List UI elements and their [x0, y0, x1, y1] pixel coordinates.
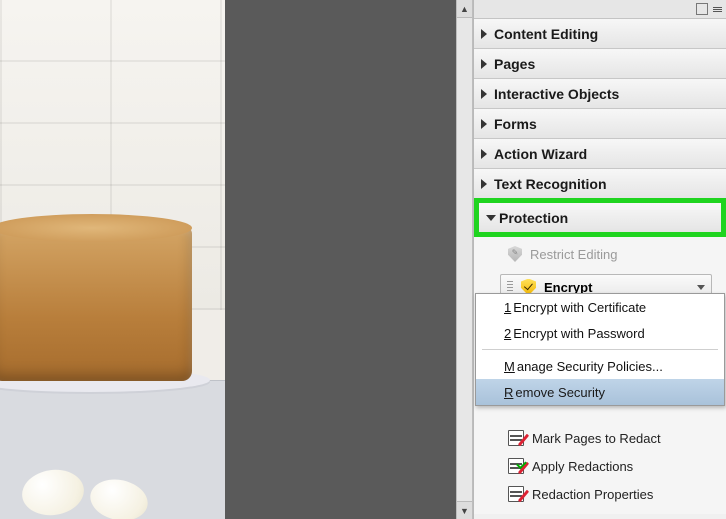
item-label: Restrict Editing	[530, 247, 617, 262]
apply-redactions-item[interactable]: Apply Redactions	[474, 452, 726, 480]
apply-redact-icon	[508, 458, 524, 474]
redaction-props-icon	[508, 486, 524, 502]
scroll-down-arrow-icon[interactable]: ▼	[457, 501, 472, 519]
redaction-properties-item[interactable]: Redaction Properties	[474, 480, 726, 508]
manage-security-policies-item[interactable]: Manage Security Policies...	[476, 353, 724, 379]
panel-menu-icon[interactable]	[713, 7, 722, 12]
section-label: Protection	[499, 210, 568, 226]
document-page	[0, 0, 225, 519]
section-protection[interactable]: Protection	[479, 203, 721, 232]
panel-window-icon[interactable]	[696, 3, 708, 15]
vertical-scrollbar[interactable]: ▲ ▼	[456, 0, 473, 519]
expanded-triangle-icon	[486, 215, 496, 221]
menu-item-label: emove Security	[515, 385, 605, 400]
item-label: Apply Redactions	[532, 459, 633, 474]
section-interactive-objects[interactable]: Interactive Objects	[474, 79, 726, 109]
item-label: Mark Pages to Redact	[532, 431, 661, 446]
tools-panel: Content Editing Pages Interactive Object…	[473, 0, 726, 519]
mark-redact-icon	[508, 430, 524, 446]
photo-cake-top	[0, 214, 192, 242]
section-content-editing[interactable]: Content Editing	[474, 19, 726, 49]
collapsed-triangle-icon	[481, 179, 487, 189]
accelerator: 2	[504, 326, 511, 341]
section-label: Action Wizard	[494, 146, 587, 162]
section-label: Content Editing	[494, 26, 598, 42]
encrypt-menu: 1 Encrypt with Certificate 2 Encrypt wit…	[475, 293, 725, 406]
section-label: Forms	[494, 116, 537, 132]
collapsed-triangle-icon	[481, 29, 487, 39]
menu-separator	[482, 349, 718, 350]
collapsed-triangle-icon	[481, 119, 487, 129]
section-label: Pages	[494, 56, 535, 72]
encrypt-with-password-item[interactable]: 2 Encrypt with Password	[476, 320, 724, 346]
section-pages[interactable]: Pages	[474, 49, 726, 79]
mark-pages-redact-item[interactable]: Mark Pages to Redact	[474, 424, 726, 452]
tutorial-highlight: Protection	[474, 198, 726, 237]
collapsed-triangle-icon	[481, 59, 487, 69]
item-label: Redaction Properties	[532, 487, 653, 502]
shield-edit-icon	[508, 246, 522, 262]
restrict-editing-item: Restrict Editing	[474, 240, 726, 268]
grip-icon	[507, 280, 513, 294]
menu-item-label: Encrypt with Password	[513, 326, 645, 341]
section-label: Text Recognition	[494, 176, 607, 192]
document-view[interactable]	[0, 0, 456, 519]
collapsed-triangle-icon	[481, 89, 487, 99]
accelerator: 1	[504, 300, 511, 315]
photo-cake	[0, 226, 192, 381]
section-label: Interactive Objects	[494, 86, 619, 102]
collapsed-triangle-icon	[481, 149, 487, 159]
menu-item-label: anage Security Policies...	[517, 359, 663, 374]
accelerator: M	[504, 359, 515, 374]
accelerator: R	[504, 385, 513, 400]
section-action-wizard[interactable]: Action Wizard	[474, 139, 726, 169]
panel-header-bar	[474, 0, 726, 19]
encrypt-with-certificate-item[interactable]: 1 Encrypt with Certificate	[476, 294, 724, 320]
remove-security-item[interactable]: Remove Security	[476, 379, 724, 405]
scroll-up-arrow-icon[interactable]: ▲	[457, 0, 472, 18]
menu-item-label: Encrypt with Certificate	[513, 300, 646, 315]
chevron-down-icon	[697, 285, 705, 290]
section-text-recognition[interactable]: Text Recognition	[474, 169, 726, 199]
section-forms[interactable]: Forms	[474, 109, 726, 139]
